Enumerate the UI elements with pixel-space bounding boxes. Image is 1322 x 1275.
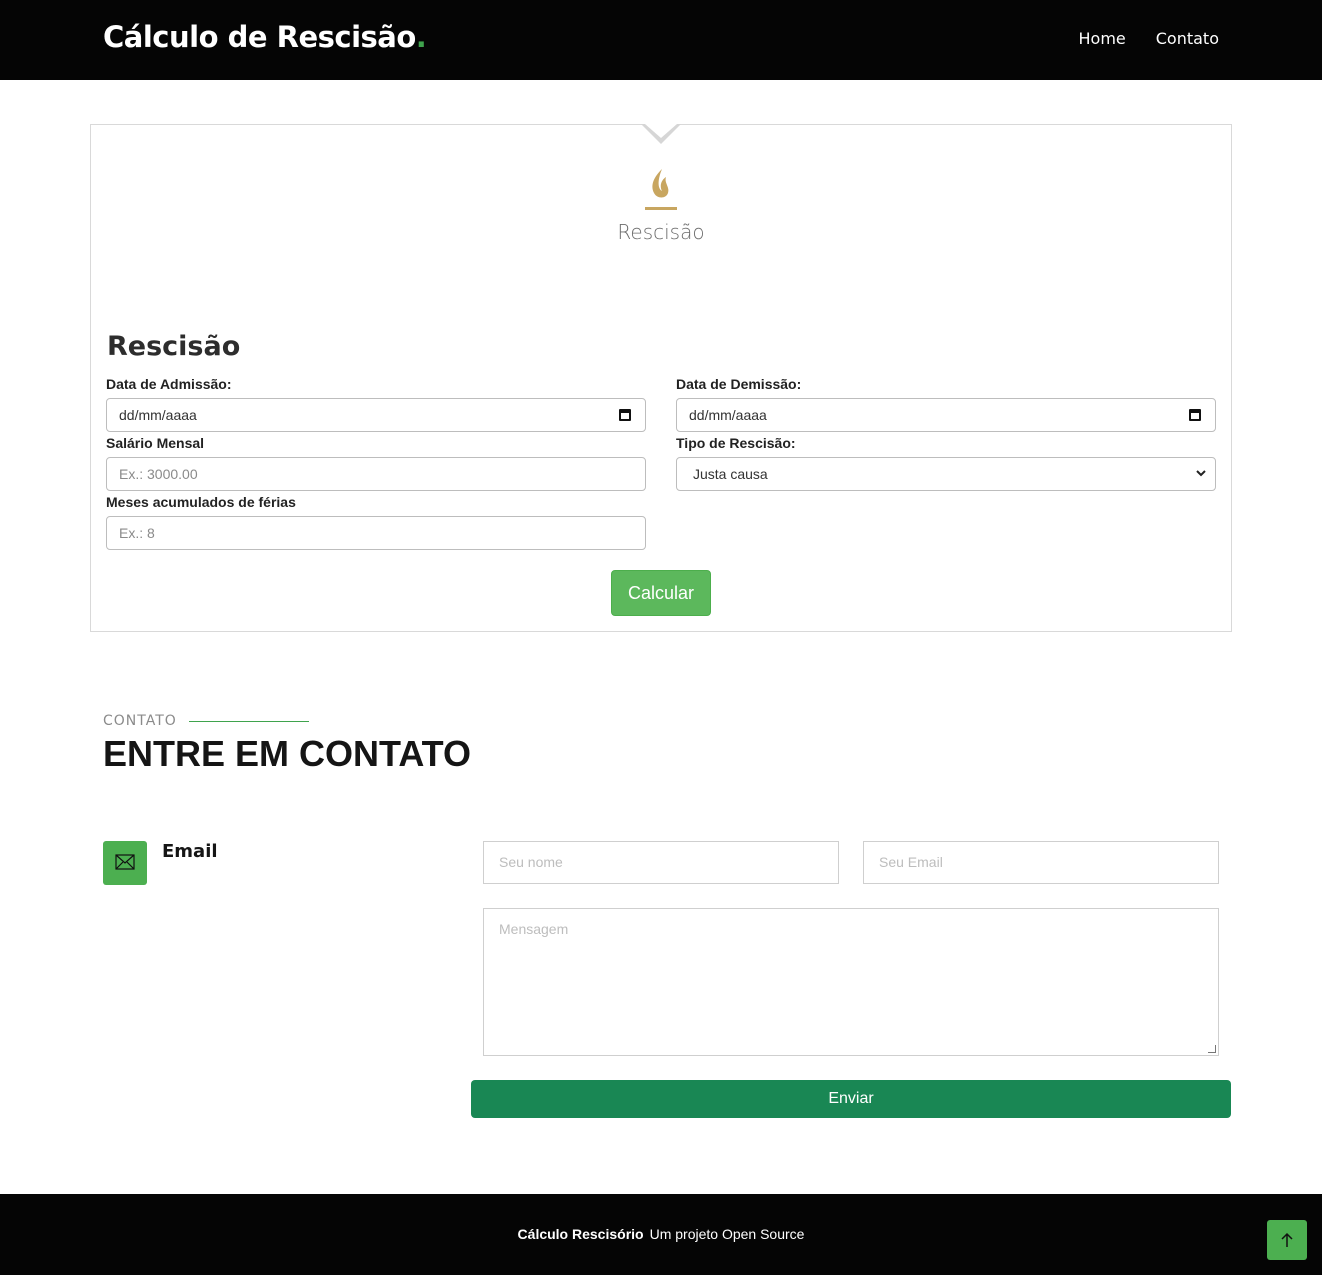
salario-label: Salário Mensal <box>106 435 205 451</box>
footer-strong: Cálculo Rescisório <box>517 1226 644 1242</box>
ferias-input[interactable]: Ex.: 8 <box>106 516 646 550</box>
email-input[interactable]: Seu Email <box>863 841 1219 884</box>
back-to-top-button[interactable] <box>1267 1220 1307 1260</box>
envelope-icon <box>115 854 135 870</box>
tipo-rescisao-value: Justa causa <box>693 466 768 482</box>
name-placeholder: Seu nome <box>499 854 563 870</box>
chevron-down-icon <box>1196 470 1206 477</box>
message-textarea[interactable]: Mensagem <box>483 908 1219 1056</box>
name-input[interactable]: Seu nome <box>483 841 839 884</box>
salario-placeholder: Ex.: 3000.00 <box>119 466 198 482</box>
nav-contato-link[interactable]: Contato <box>1156 29 1219 48</box>
rescisao-card: Rescisão Rescisão Data de Admissão: dd/m… <box>90 124 1232 632</box>
admissao-date-input[interactable]: dd/mm/aaaa <box>106 398 646 432</box>
tipo-rescisao-label: Tipo de Rescisão: <box>676 435 796 451</box>
message-placeholder: Mensagem <box>499 921 569 937</box>
demissao-label: Data de Demissão: <box>676 376 802 392</box>
chevron-inner <box>645 124 677 138</box>
email-placeholder: Seu Email <box>879 854 943 870</box>
calcular-button[interactable]: Calcular <box>611 570 711 616</box>
kicker-divider <box>189 721 309 722</box>
resize-handle-icon[interactable] <box>1208 1045 1216 1053</box>
site-brand[interactable]: Cálculo de Rescisão. <box>103 20 427 54</box>
demissao-date-input[interactable]: dd/mm/aaaa <box>676 398 1216 432</box>
flame-icon <box>645 169 677 210</box>
email-icon-box <box>103 841 147 885</box>
tipo-rescisao-select[interactable]: Justa causa <box>676 457 1216 491</box>
email-label: Email <box>162 841 218 862</box>
brand-text: Cálculo de Rescisão <box>103 20 416 54</box>
salario-input[interactable]: Ex.: 3000.00 <box>106 457 646 491</box>
form-title: Rescisão <box>107 331 241 362</box>
arrow-up-icon <box>1281 1232 1293 1247</box>
calendar-icon[interactable] <box>619 409 631 421</box>
site-header: Cálculo de Rescisão. Home Contato <box>0 0 1322 80</box>
footer-text: Cálculo Rescisório Um projeto Open Source <box>0 1226 1322 1242</box>
ferias-label: Meses acumulados de férias <box>106 494 296 510</box>
footer-caption: Um projeto Open Source <box>649 1226 805 1242</box>
site-footer: Cálculo Rescisório Um projeto Open Source <box>0 1194 1322 1275</box>
contact-kicker: CONTATO <box>103 713 177 729</box>
calendar-icon[interactable] <box>1189 409 1201 421</box>
enviar-button[interactable]: Enviar <box>471 1080 1231 1118</box>
contact-title: ENTRE EM CONTATO <box>103 733 471 774</box>
main-nav: Home Contato <box>1079 29 1220 48</box>
nav-home-link[interactable]: Home <box>1079 29 1126 48</box>
admissao-label: Data de Admissão: <box>106 376 232 392</box>
brand-dot: . <box>415 20 427 54</box>
tab-rescisao[interactable]: Rescisão <box>91 220 1231 244</box>
ferias-placeholder: Ex.: 8 <box>119 525 155 541</box>
admissao-date-value: dd/mm/aaaa <box>119 407 197 423</box>
demissao-date-value: dd/mm/aaaa <box>689 407 767 423</box>
